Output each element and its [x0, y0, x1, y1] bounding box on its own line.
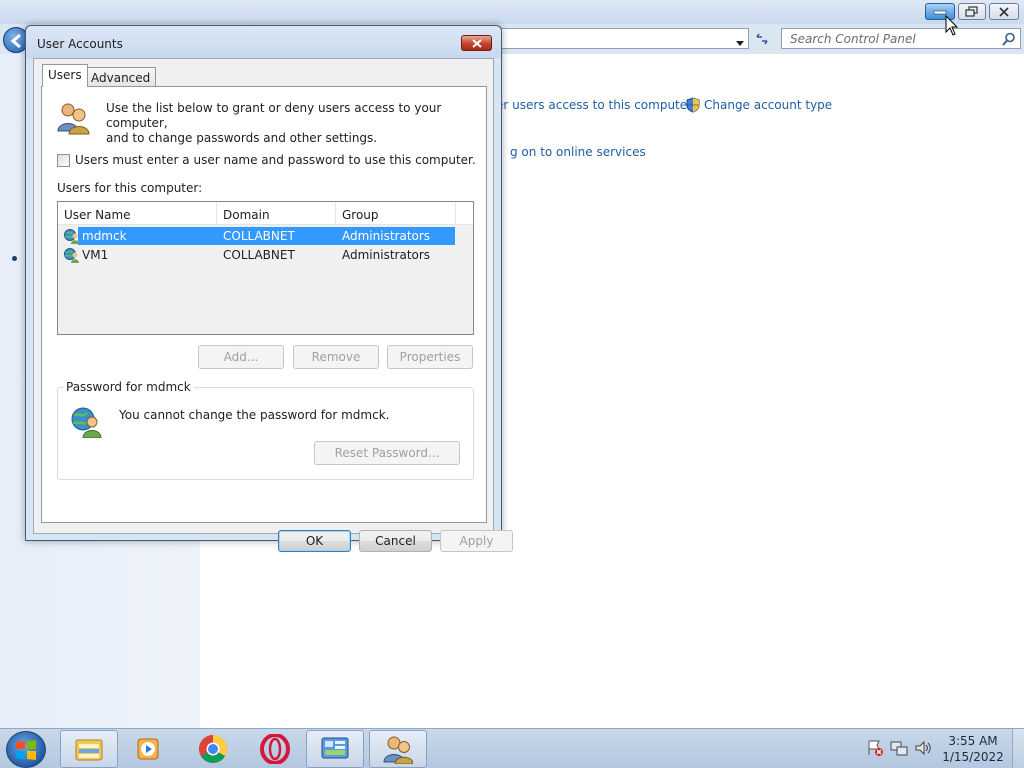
grant-access-link[interactable]: er users access to this computer: [496, 98, 692, 112]
properties-button[interactable]: Properties: [387, 345, 473, 369]
start-button[interactable]: [6, 731, 46, 768]
action-center-icon[interactable]: [866, 739, 884, 760]
change-account-type-link[interactable]: Change account type: [704, 98, 832, 112]
taskbar-explorer[interactable]: [60, 730, 118, 768]
ok-button[interactable]: OK: [278, 530, 351, 552]
taskbar-chrome[interactable]: [184, 730, 242, 768]
dialog-title: User Accounts: [37, 37, 123, 51]
control-panel-titlebar: [0, 0, 1024, 24]
apply-button[interactable]: Apply: [440, 530, 513, 552]
password-groupbox: Password for mdmck You cannot change the…: [57, 380, 474, 480]
restore-icon: [959, 4, 985, 19]
clock-date: 1/15/2022: [942, 750, 1004, 764]
require-login-label[interactable]: Users must enter a user name and passwor…: [75, 153, 476, 167]
taskbar: 3:55 AM 1/15/2022: [0, 728, 1024, 768]
search-placeholder: Search Control Panel: [790, 32, 916, 46]
user-name-cell: VM1: [82, 248, 109, 262]
chevron-down-icon[interactable]: [736, 35, 744, 49]
restore-button[interactable]: [958, 3, 986, 20]
domain-user-icon: [64, 228, 80, 247]
column-header-user-name[interactable]: User Name: [58, 202, 217, 225]
clock-time: 3:55 AM: [948, 734, 998, 748]
intro-line-2: and to change passwords and other settin…: [106, 131, 378, 145]
taskbar-control-panel[interactable]: [306, 730, 364, 768]
column-header-domain[interactable]: Domain: [217, 202, 336, 225]
domain-user-icon: [64, 247, 80, 266]
user-row[interactable]: VM1 COLLABNET Administrators: [60, 246, 455, 264]
media-player-icon: [137, 738, 159, 760]
mouse-pointer-icon: [945, 14, 959, 40]
opera-icon: [260, 734, 290, 764]
column-header-group[interactable]: Group: [336, 202, 455, 225]
control-panel-icon: [321, 737, 349, 759]
refresh-button[interactable]: [751, 28, 773, 49]
intro-text: Use the list below to grant or deny user…: [106, 101, 476, 146]
search-icon[interactable]: [1002, 32, 1016, 49]
refresh-icon: [756, 33, 768, 44]
users-tab-panel: Use the list below to grant or deny user…: [41, 86, 487, 523]
password-message: You cannot change the password for mdmck…: [119, 408, 390, 422]
system-tray: [862, 739, 942, 759]
list-header: User Name Domain Group: [58, 202, 455, 225]
user-accounts-icon: [383, 736, 413, 764]
list-header-filler: [455, 202, 473, 225]
taskbar-user-accounts[interactable]: [369, 730, 427, 768]
users-icon: [56, 101, 90, 138]
dialog-titlebar[interactable]: User Accounts: [26, 26, 501, 58]
require-login-row[interactable]: Users must enter a user name and passwor…: [57, 153, 476, 167]
remove-user-button[interactable]: Remove: [293, 345, 379, 369]
dialog-close-button[interactable]: [461, 35, 492, 51]
cancel-button[interactable]: Cancel: [359, 530, 432, 552]
windows-logo-icon: [16, 739, 36, 760]
user-row-selected[interactable]: mdmck COLLABNET Administrators: [60, 227, 455, 245]
taskbar-opera[interactable]: [246, 730, 304, 768]
add-user-button[interactable]: Add...: [198, 345, 284, 369]
clock[interactable]: 3:55 AM 1/15/2022: [940, 733, 1006, 765]
group-cell: Administrators: [342, 248, 431, 262]
taskbar-media-player[interactable]: [119, 730, 177, 768]
domain-cell: COLLABNET: [223, 248, 295, 262]
tab-users[interactable]: Users: [42, 64, 88, 87]
chrome-icon: [199, 735, 227, 763]
users-list[interactable]: User Name Domain Group mdmck COLLABNET A…: [57, 201, 474, 335]
intro-line-1: Use the list below to grant or deny user…: [106, 101, 442, 130]
reset-password-button[interactable]: Reset Password...: [314, 441, 460, 465]
user-name-cell: mdmck: [82, 229, 127, 243]
search-input[interactable]: Search Control Panel: [781, 28, 1021, 49]
volume-icon[interactable]: [914, 739, 932, 760]
domain-user-large-icon: [71, 406, 103, 441]
dialog-body: Users Advanced Use the list below to gra…: [33, 58, 513, 552]
bullet-icon: [12, 256, 17, 261]
group-cell: Administrators: [342, 229, 431, 243]
close-icon: [990, 4, 1018, 19]
uac-shield-icon: [686, 97, 700, 116]
require-login-checkbox[interactable]: [57, 153, 70, 167]
address-bar[interactable]: [495, 28, 749, 49]
users-for-computer-label: Users for this computer:: [57, 181, 203, 195]
network-icon[interactable]: [890, 739, 908, 760]
explorer-icon: [75, 739, 103, 761]
online-services-link[interactable]: g on to online services: [510, 145, 646, 159]
show-desktop-button[interactable]: [1012, 729, 1024, 768]
tab-advanced[interactable]: Advanced: [85, 67, 157, 87]
password-group-title: Password for mdmck: [63, 380, 194, 394]
user-accounts-dialog: User Accounts Users Advanced Use the lis…: [25, 25, 513, 552]
domain-cell: COLLABNET: [223, 229, 295, 243]
close-window-button[interactable]: [989, 3, 1019, 20]
close-icon: [471, 38, 482, 48]
